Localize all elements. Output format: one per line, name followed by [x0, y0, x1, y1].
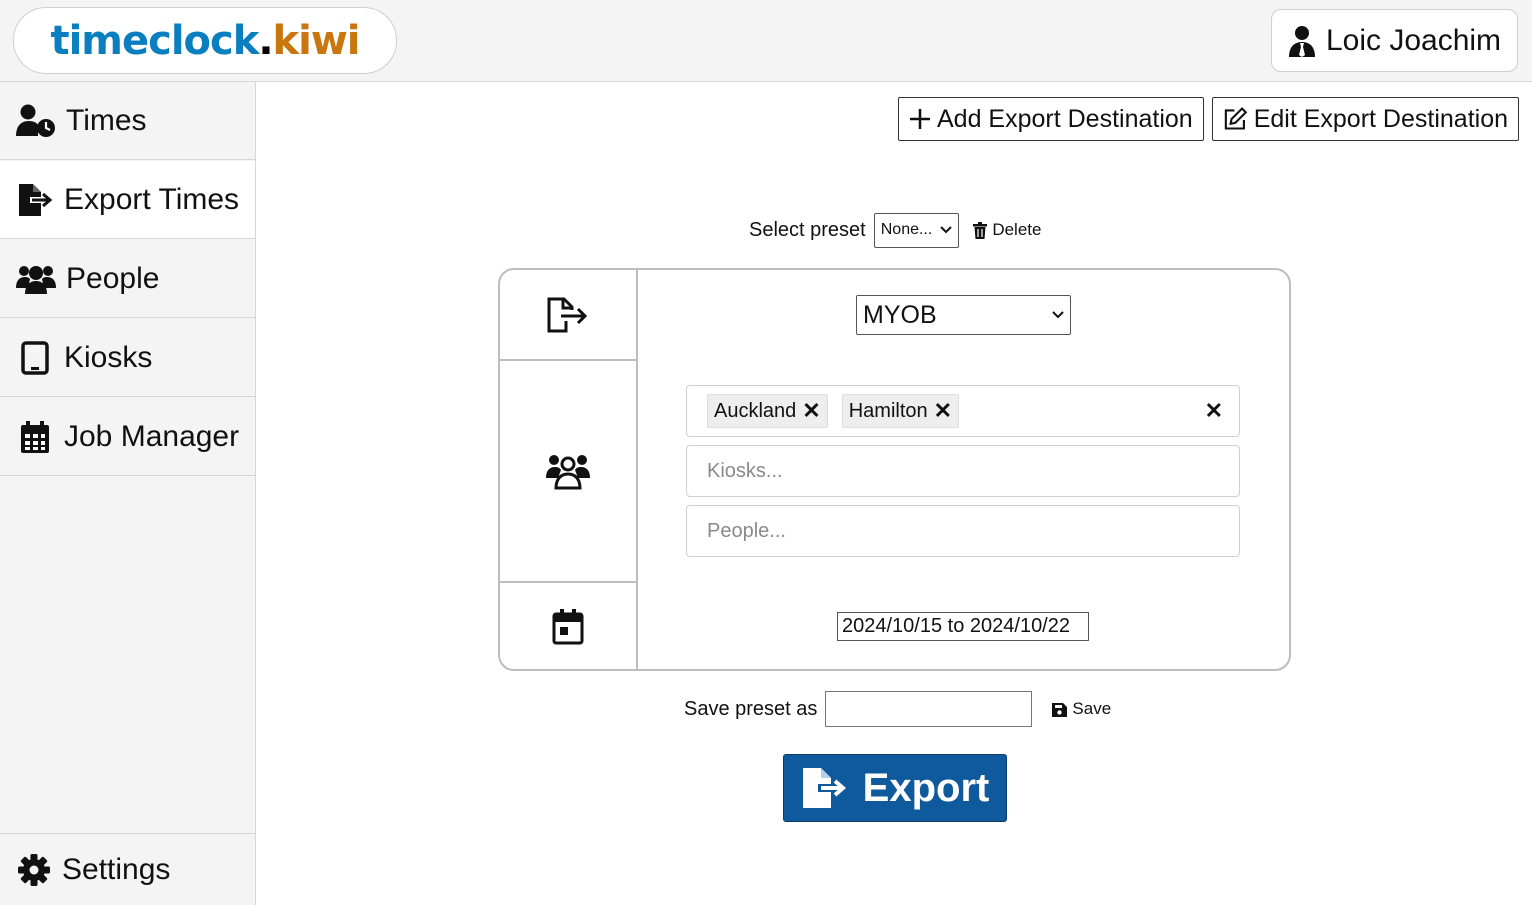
sidebar-item-times[interactable]: Times — [0, 82, 255, 160]
user-menu-button[interactable]: Loic Joachim — [1271, 9, 1518, 72]
delete-preset-label: Delete — [992, 220, 1042, 239]
sidebar-item-job-manager[interactable]: Job Manager — [0, 398, 255, 476]
export-destination-value: MYOB — [863, 300, 937, 329]
groups-multiselect[interactable]: Auckland ✕ Hamilton ✕ ✕ — [686, 385, 1240, 437]
delete-preset-button[interactable]: Delete — [973, 220, 1041, 240]
group-chip-label: Hamilton — [848, 399, 928, 422]
sidebar-item-settings[interactable]: Settings — [0, 833, 255, 905]
edit-export-destination-label: Edit Export Destination — [1253, 104, 1508, 133]
kiosks-input[interactable]: Kiosks... — [686, 445, 1240, 497]
plus-icon — [910, 109, 930, 129]
export-button[interactable]: Export — [783, 754, 1007, 822]
save-preset-row: Save preset as Save — [684, 690, 1111, 728]
sidebar-item-label: Kiosks — [64, 340, 153, 374]
sidebar-item-label: Job Manager — [64, 419, 240, 453]
sidebar-item-label: People — [66, 261, 160, 295]
chevron-down-icon — [940, 226, 953, 234]
users-icon — [16, 265, 56, 294]
group-chip-auckland: Auckland ✕ — [707, 394, 828, 428]
destination-icon-cell — [500, 270, 636, 361]
users-outline-icon — [546, 455, 590, 490]
save-preset-input[interactable] — [825, 691, 1033, 727]
add-export-destination-label: Add Export Destination — [937, 104, 1193, 133]
date-icon-cell — [500, 583, 636, 669]
floppy-disk-icon — [1052, 702, 1068, 717]
calendar-day-icon — [552, 609, 584, 645]
app-header: timeclock. kiwi Loic Joachim — [0, 0, 1532, 82]
sidebar-item-label: Times — [66, 103, 147, 137]
calendar-icon — [21, 420, 49, 453]
logo-text-timeclock: timeclock — [50, 17, 259, 64]
logo-text-kiwi: kiwi — [272, 17, 361, 64]
sidebar: Times Export Times People Kiosks Job Man… — [0, 82, 256, 905]
user-clock-icon — [16, 104, 55, 137]
select-preset-label: Select preset — [749, 218, 866, 241]
remove-chip-icon[interactable]: ✕ — [802, 398, 820, 424]
sidebar-item-label: Settings — [62, 852, 171, 886]
remove-chip-icon[interactable]: ✕ — [934, 398, 952, 424]
add-export-destination-button[interactable]: Add Export Destination — [898, 97, 1204, 141]
edit-export-destination-button[interactable]: Edit Export Destination — [1212, 97, 1519, 141]
save-preset-label: Save preset as — [684, 697, 818, 720]
sidebar-item-people[interactable]: People — [0, 240, 255, 318]
people-input[interactable]: People... — [686, 505, 1240, 557]
preset-select[interactable]: None... — [873, 212, 960, 248]
group-chip-hamilton: Hamilton ✕ — [841, 394, 960, 428]
file-export-icon — [19, 183, 53, 216]
sidebar-item-kiosks[interactable]: Kiosks — [0, 319, 255, 397]
user-name: Loic Joachim — [1325, 23, 1502, 57]
trash-icon — [973, 221, 988, 239]
kiosks-placeholder: Kiosks... — [707, 459, 783, 482]
group-chip-label: Auckland — [714, 399, 797, 422]
file-export-outline-icon — [547, 297, 588, 332]
export-button-label: Export — [862, 765, 990, 810]
file-export-icon — [802, 768, 846, 808]
sidebar-item-export-times[interactable]: Export Times — [0, 161, 255, 239]
tablet-icon — [21, 340, 49, 375]
people-placeholder: People... — [707, 519, 786, 542]
edit-icon — [1224, 107, 1248, 130]
export-card-icons — [500, 270, 638, 669]
user-tie-icon — [1288, 25, 1315, 57]
preset-row: Select preset None... Delete — [749, 212, 1041, 248]
sidebar-item-label: Export Times — [64, 182, 240, 216]
save-preset-label-text: Save — [1072, 699, 1112, 718]
gear-icon — [18, 853, 50, 886]
export-destination-select[interactable]: MYOB — [856, 295, 1071, 335]
logo-text-dot: . — [258, 17, 273, 64]
date-range-input[interactable]: 2024/10/15 to 2024/10/22 — [837, 612, 1089, 641]
filters-icon-cell — [500, 361, 636, 583]
clear-all-icon[interactable]: ✕ — [1205, 398, 1223, 424]
app-logo[interactable]: timeclock. kiwi — [13, 7, 397, 74]
chevron-down-icon — [1052, 311, 1064, 319]
export-card: MYOB Auckland ✕ Hamilton ✕ ✕ Kiosks... P… — [498, 268, 1291, 671]
preset-select-value: None... — [880, 221, 933, 238]
date-range-value: 2024/10/15 to 2024/10/22 — [842, 615, 1070, 637]
save-preset-button[interactable]: Save — [1052, 699, 1111, 719]
